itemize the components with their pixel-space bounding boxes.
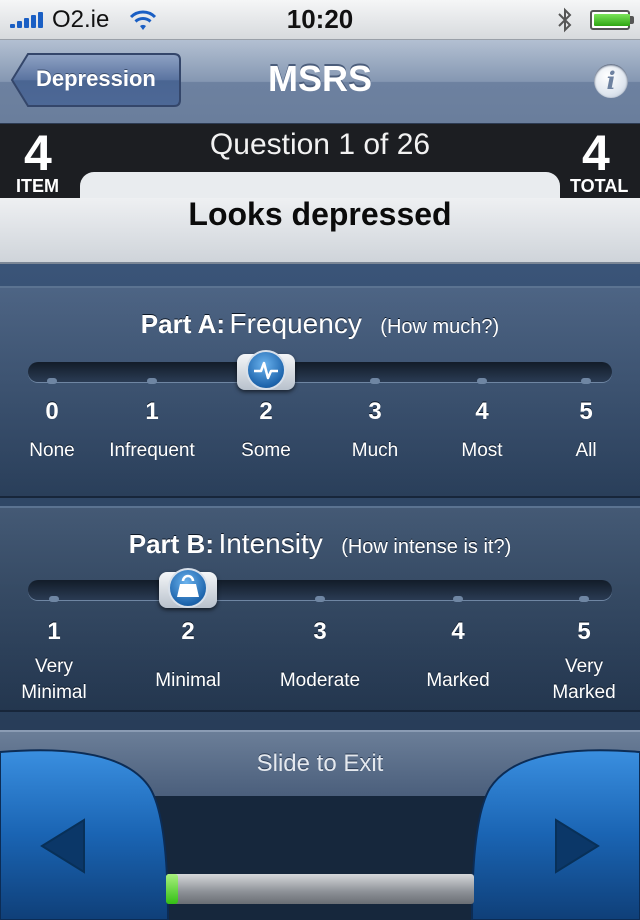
page-title: MSRS [267,58,372,99]
part_a-option-value[interactable]: 2 [206,398,326,426]
total-number: 4 [582,125,610,181]
part_a-option-value[interactable]: 4 [422,398,542,426]
part_a-tick [581,378,591,384]
frequency-slider-thumb[interactable] [237,350,295,390]
part_b-tick [453,596,463,602]
part-a-title: Part A: Frequency (How much?) [0,308,640,340]
part-a-prefix: Part A: [140,309,226,339]
status-bar: O2.ie 10:20 [0,0,640,40]
part_b-option-label[interactable]: Minimal [128,668,248,694]
part_a-option-label[interactable]: Some [206,438,326,464]
part-b-hint: (How intense is it?) [341,536,512,558]
part_b-option-label[interactable]: Very Minimal [9,654,99,706]
weight-icon [168,568,208,608]
part-a-name: Frequency [229,308,362,339]
bluetooth-icon [558,7,572,33]
clock-time: 10:20 [286,4,354,34]
total-label: TOTAL [570,176,629,196]
part_a-option-label[interactable]: Much [315,438,435,464]
part_a-option-label[interactable]: Infrequent [92,438,212,464]
part_a-option-value[interactable]: 5 [526,398,640,426]
part-b-name: Intensity [218,528,323,559]
intensity-slider-thumb[interactable] [159,568,217,608]
question-counter: Question 1 of 26 [209,128,431,161]
part-a-hint: (How much?) [380,316,500,338]
part_b-option-value[interactable]: 2 [128,618,248,646]
question-label: Looks depressed [188,196,452,232]
part_a-tick [370,378,380,384]
next-button[interactable] [470,748,640,920]
info-icon[interactable]: i [594,64,628,98]
part_b-option-value[interactable]: 1 [0,618,114,646]
part_b-tick [579,596,589,602]
part_a-option-value[interactable]: 3 [315,398,435,426]
part_a-tick [477,378,487,384]
battery-icon [590,10,634,30]
info-symbol: i [606,66,616,95]
part-b-title: Part B: Intensity (How intense is it?) [0,528,640,560]
item-label: ITEM [16,176,59,196]
progress-fill [166,874,179,904]
item-number: 4 [24,125,52,181]
part_a-option-label[interactable]: Most [422,438,542,464]
part_b-option-label[interactable]: Very Marked [539,654,629,706]
part_a-option-value[interactable]: 1 [92,398,212,426]
part_b-tick [49,596,59,602]
part_b-option-label[interactable]: Marked [398,668,518,694]
waveform-icon [246,350,286,390]
part_a-option-label[interactable]: All [526,438,640,464]
part_b-option-value[interactable]: 5 [524,618,640,646]
part_a-tick [147,378,157,384]
part_b-option-label[interactable]: Moderate [260,668,380,694]
navigation-bar: Depression MSRS i [0,40,640,124]
part-b-prefix: Part B: [128,529,214,559]
frequency-slider-track[interactable] [28,362,612,382]
part_a-tick [47,378,57,384]
battery-level [594,14,630,26]
previous-button[interactable] [0,748,170,920]
part_b-option-value[interactable]: 3 [260,618,380,646]
progress-bar [166,874,474,904]
part_b-tick [315,596,325,602]
part_b-option-value[interactable]: 4 [398,618,518,646]
